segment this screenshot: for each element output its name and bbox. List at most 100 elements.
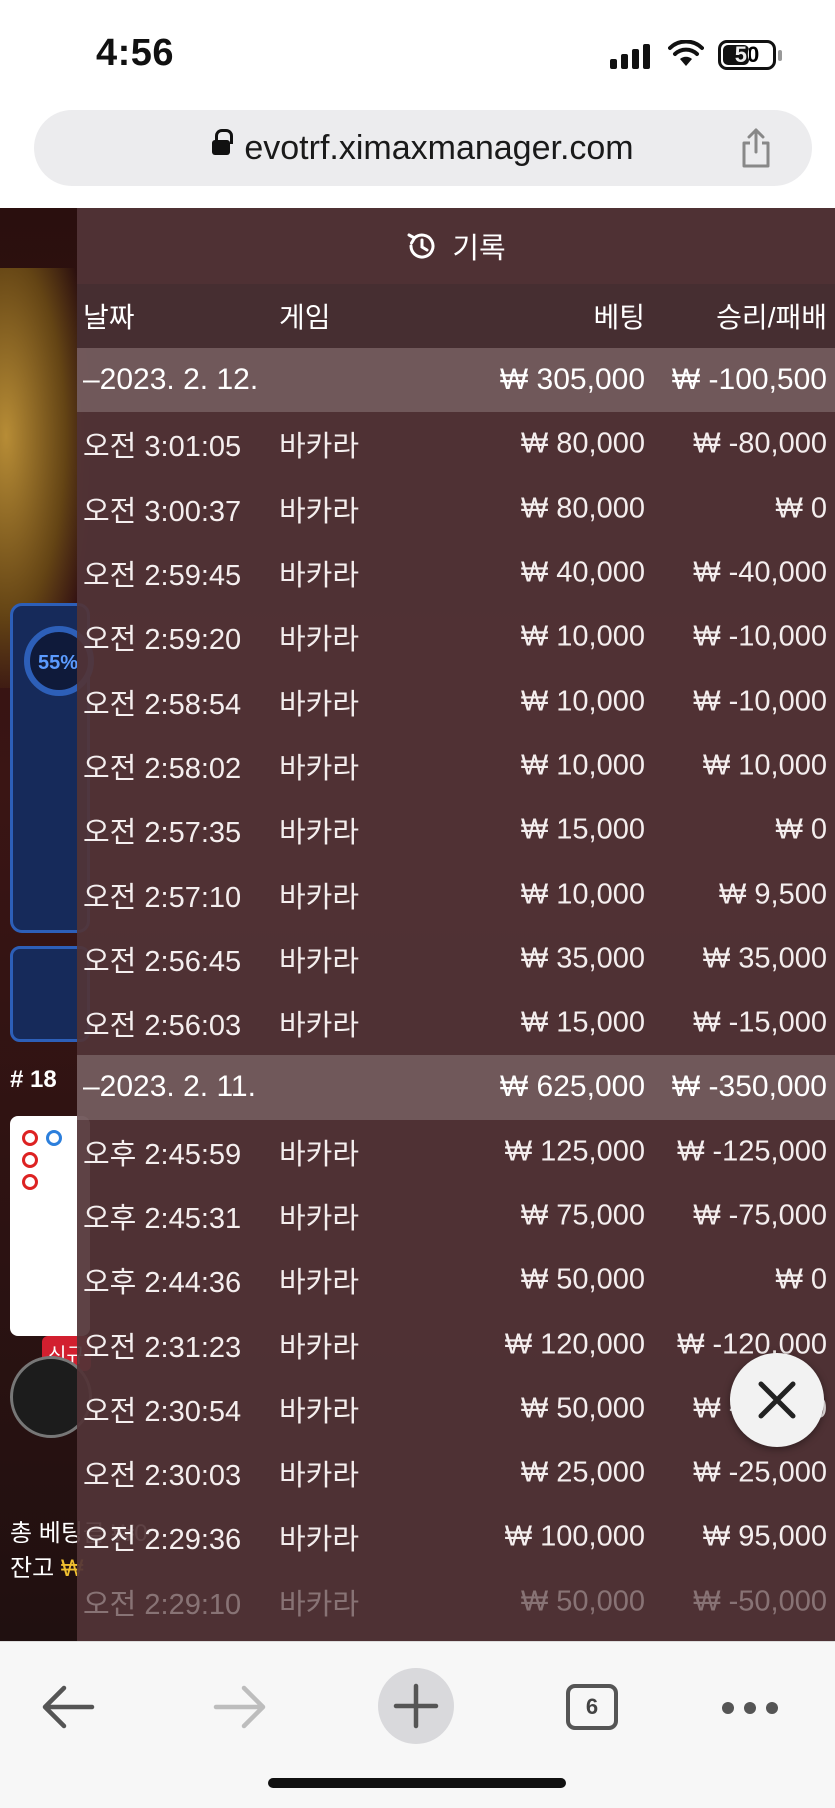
row-game: 바카라 — [279, 817, 360, 850]
row-result: ₩ -120,000 — [677, 1328, 827, 1361]
row-game: 바카라 — [279, 1395, 360, 1428]
row-bet: ₩ 35,000 — [520, 942, 645, 975]
row-time: 오전 2:58:54 — [83, 688, 242, 721]
url-text: evotrf.ximaxmanager.com — [244, 128, 634, 167]
row-bet: ₩ 125,000 — [504, 1135, 645, 1168]
row-game: 바카라 — [279, 1010, 360, 1043]
status-bar: 4:56 50 — [0, 0, 835, 100]
row-time: 오후 2:45:31 — [83, 1203, 242, 1235]
row-bet: ₩ 50,000 — [520, 1392, 645, 1425]
history-title: 기록 — [452, 233, 506, 265]
share-icon[interactable] — [740, 128, 772, 168]
row-game: 바카라 — [279, 1524, 360, 1557]
history-row: 오전 2:59:45 바카라 ₩ 40,000 ₩ -40,000 — [77, 541, 835, 605]
round-label: # 18 — [10, 1066, 57, 1093]
row-result: ₩ -50,000 — [693, 1585, 827, 1618]
row-result: ₩ -75,000 — [693, 1199, 827, 1232]
row-result: ₩ 10,000 — [702, 749, 827, 782]
history-row: 오전 3:01:05 바카라 ₩ 80,000 ₩ -80,000 — [77, 412, 835, 476]
plus-icon — [393, 1683, 439, 1729]
row-time: 오후 2:44:36 — [83, 1267, 242, 1300]
row-result: ₩ -10,000 — [693, 685, 827, 718]
new-tab-button[interactable] — [378, 1668, 454, 1744]
history-row: 오전 2:56:45 바카라 ₩ 35,000 ₩ 35,000 — [77, 927, 835, 991]
address-bar[interactable]: evotrf.ximaxmanager.com — [34, 110, 812, 186]
history-row: 오전 2:57:35 바카라 ₩ 15,000 ₩ 0 — [77, 798, 835, 862]
gauge-text: 55% — [38, 652, 79, 674]
status-time: 4:56 — [96, 32, 175, 74]
battery-percent: 50 — [734, 42, 760, 67]
col-game: 게임 — [279, 302, 331, 333]
row-bet: ₩ 75,000 — [520, 1199, 645, 1232]
history-row: 오전 2:58:54 바카라 ₩ 10,000 ₩ -10,000 — [77, 669, 835, 733]
row-time: 오전 2:31:23 — [83, 1331, 242, 1364]
battery-cap — [778, 50, 782, 61]
row-game: 바카라 — [279, 945, 360, 978]
history-row: 오전 2:57:10 바카라 ₩ 10,000 ₩ 9,500 — [77, 862, 835, 926]
battery-icon: 50 — [718, 40, 776, 70]
lock-icon — [212, 129, 234, 158]
history-row: 오전 2:30:54바카라₩ 50,000₩ -50,000 — [77, 1377, 835, 1441]
history-row: 오전 2:31:23 바카라 ₩ 120,000 ₩ -120,000 — [77, 1312, 835, 1376]
row-time: 오전 3:01:05 — [83, 431, 242, 464]
row-bet: ₩ 15,000 — [520, 1006, 645, 1039]
balance-text: 잔고 ₩ — [10, 1548, 83, 1583]
more-icon[interactable] — [722, 1702, 778, 1714]
row-bet: ₩ 100,000 — [504, 1520, 645, 1553]
history-row: 오후 2:45:31 바카라 ₩ 75,000 ₩ -75,000 — [77, 1184, 835, 1248]
row-time: 오전 2:59:45 — [83, 560, 242, 593]
row-game: 바카라 — [279, 752, 360, 785]
close-button[interactable] — [730, 1353, 824, 1447]
row-result: ₩ 35,000 — [702, 942, 827, 975]
row-time: 오전 2:29:10 — [83, 1588, 242, 1621]
back-arrow-icon[interactable] — [40, 1682, 96, 1732]
row-game: 바카라 — [279, 688, 360, 721]
row-bet: ₩ 80,000 — [520, 427, 645, 460]
home-indicator — [268, 1778, 566, 1788]
forward-arrow-icon[interactable] — [212, 1682, 268, 1732]
col-date: 날짜 — [83, 302, 135, 333]
row-bet: ₩ 10,000 — [520, 749, 645, 782]
date-group-row[interactable]: –2023. 2. 11. ₩ 625,000 ₩ -350,000 — [77, 1055, 835, 1120]
row-bet: ₩ 50,000 — [520, 1585, 645, 1618]
row-game: 바카라 — [279, 1460, 360, 1493]
history-row: 오전 2:30:03 바카라 ₩ 25,000 ₩ -25,000 — [77, 1441, 835, 1505]
row-bet: ₩ 50,000 — [520, 1263, 645, 1296]
column-headers: 날짜 게임 베팅 승리/패배 — [77, 284, 835, 348]
history-row: 오후 2:45:59 바카라 ₩ 125,000 ₩ -125,000 — [77, 1120, 835, 1184]
row-bet: ₩ 10,000 — [520, 685, 645, 718]
row-game: 바카라 — [279, 1588, 360, 1621]
group-result-total: ₩ -100,500 — [671, 363, 827, 397]
history-row: 오전 3:00:37 바카라 ₩ 80,000 ₩ 0 — [77, 477, 835, 541]
row-time: 오전 2:30:54 — [83, 1395, 242, 1428]
history-row: 오전 2:29:36 바카라 ₩ 100,000 ₩ 95,000 — [77, 1505, 835, 1569]
history-row: 오전 2:58:02 바카라 ₩ 10,000 ₩ 10,000 — [77, 734, 835, 798]
row-result: ₩ -80,000 — [693, 427, 827, 460]
row-time: 오전 2:29:36 — [83, 1524, 242, 1557]
history-header: 기록 — [77, 208, 835, 284]
row-time: 오전 2:56:03 — [83, 1010, 242, 1043]
history-list[interactable]: –2023. 2. 12. ₩ 305,000 ₩ -100,500 오전 3:01:… — [77, 348, 835, 1634]
row-time: 오전 3:00:37 — [83, 495, 242, 528]
row-game: 바카라 — [279, 1138, 360, 1171]
row-game: 바카라 — [279, 1267, 360, 1300]
row-game: 바카라 — [279, 1203, 360, 1235]
tabs-button[interactable]: 6 — [566, 1684, 618, 1730]
row-result: ₩ -25,000 — [693, 1456, 827, 1489]
close-icon — [758, 1381, 796, 1419]
history-row: 오전 2:56:03 바카라 ₩ 15,000 ₩ -15,000 — [77, 991, 835, 1055]
group-bet-total: ₩ 305,000 — [499, 363, 645, 397]
cellular-signal-icon — [610, 44, 650, 69]
group-result-total: ₩ -350,000 — [671, 1070, 827, 1104]
row-game: 바카라 — [279, 495, 360, 528]
col-result: 승리/패배 — [716, 302, 827, 333]
row-game: 바카라 — [279, 881, 360, 914]
wifi-icon — [668, 40, 704, 66]
row-bet: ₩ 10,000 — [520, 620, 645, 653]
row-bet: ₩ 80,000 — [520, 492, 645, 525]
row-bet: ₩ 15,000 — [520, 813, 645, 846]
row-time: 오전 2:30:03 — [83, 1460, 242, 1493]
row-bet: ₩ 10,000 — [520, 878, 645, 911]
group-date: –2023. 2. 11. — [83, 1070, 256, 1104]
date-group-row[interactable]: –2023. 2. 12. ₩ 305,000 ₩ -100,500 — [77, 348, 835, 413]
